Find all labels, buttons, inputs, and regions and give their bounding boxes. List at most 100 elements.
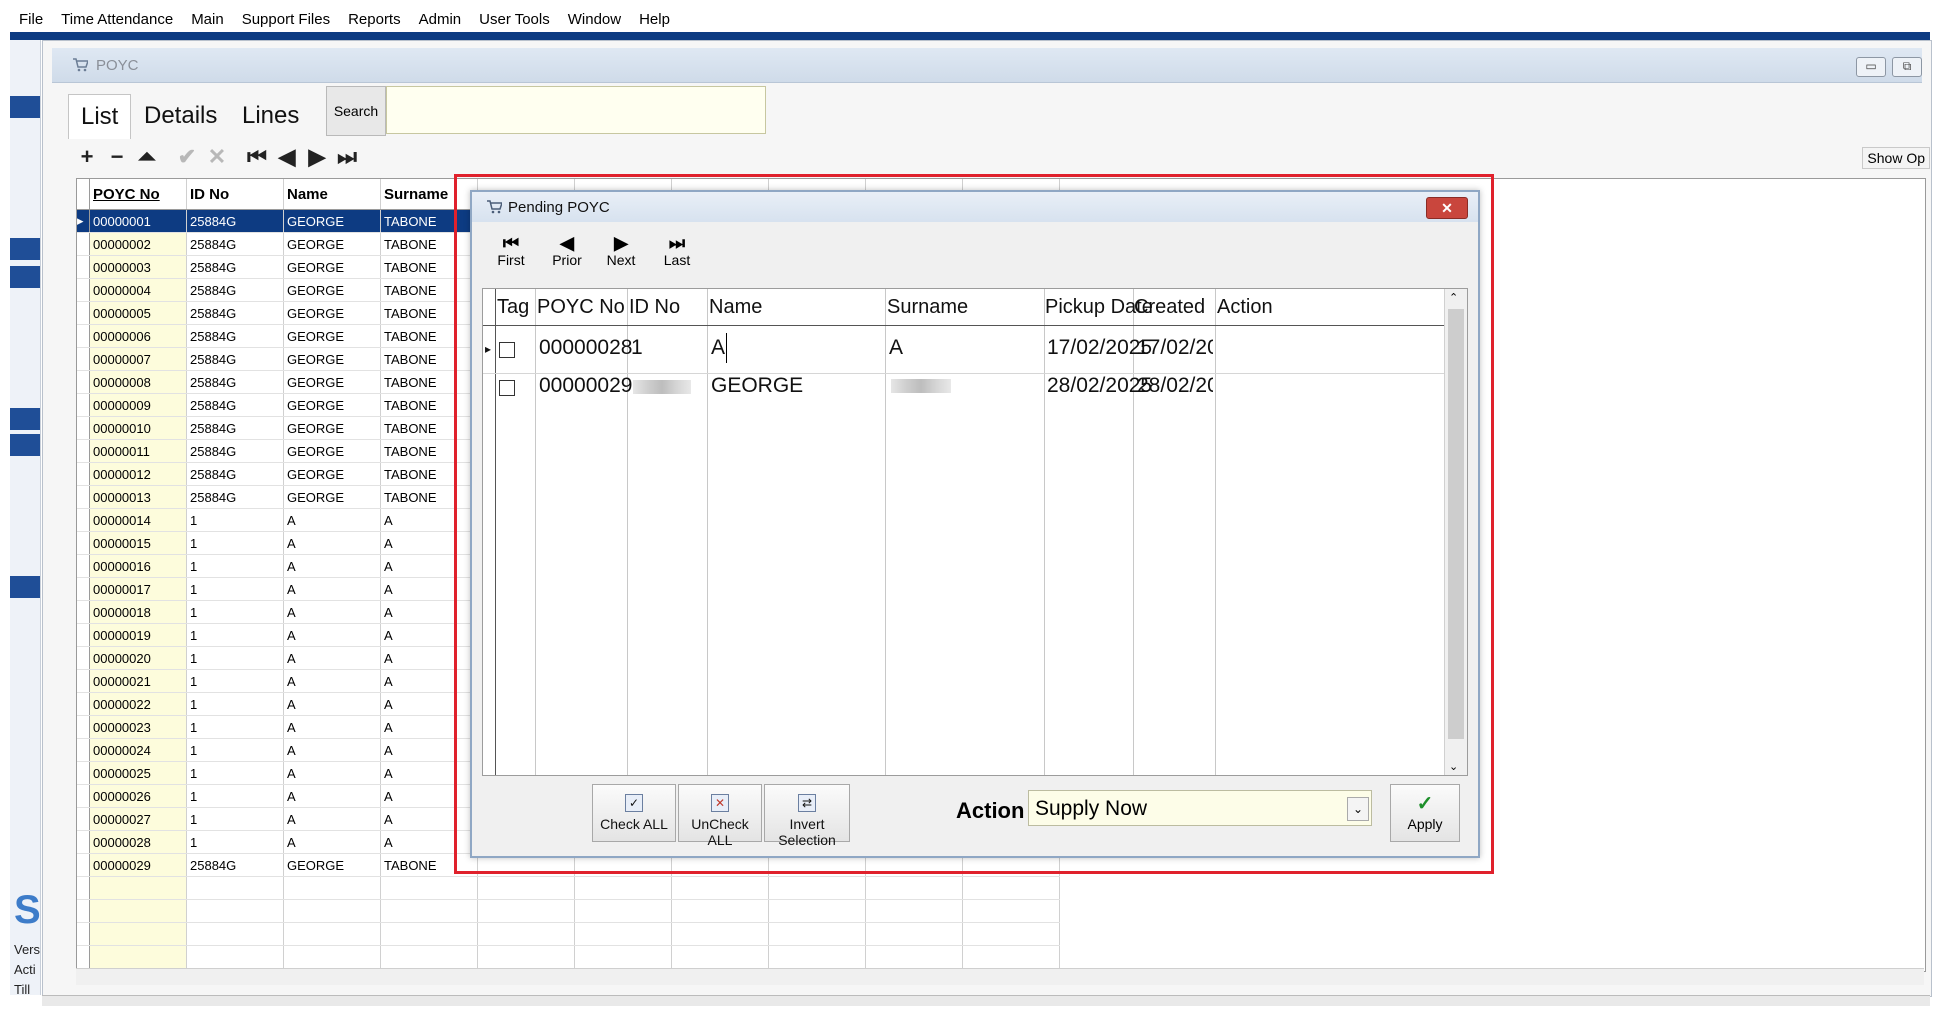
table-row[interactable]	[77, 922, 1060, 946]
row-indicator	[77, 922, 90, 946]
row-indicator	[77, 554, 90, 578]
row2-name: GEORGE	[711, 374, 804, 397]
col-created[interactable]: Created	[1134, 289, 1205, 325]
cell-poyc-no: 00000013	[89, 485, 187, 509]
check-all-button[interactable]: ✓ Check ALL	[592, 784, 676, 842]
uncheck-all-button[interactable]: ✕ UnCheck ALL	[678, 784, 762, 848]
version-info: Vers Acti Till	[14, 940, 40, 1000]
nav-first-label: First	[497, 252, 525, 268]
first-icon[interactable]: ⏮	[242, 142, 272, 172]
menu-reports[interactable]: Reports	[339, 8, 410, 32]
cell-id-no: 25884G	[186, 255, 284, 279]
dialog-title: Pending POYC	[508, 199, 610, 216]
row1-name[interactable]: A	[711, 333, 728, 363]
menu-admin[interactable]: Admin	[410, 8, 471, 32]
minimize-button[interactable]: ▭	[1856, 57, 1886, 77]
cell-id-no: 1	[186, 692, 284, 716]
menu-support-files[interactable]: Support Files	[233, 8, 339, 32]
menu-window[interactable]: Window	[559, 8, 630, 32]
col-poyc-no[interactable]: POYC No	[537, 289, 625, 325]
cell-name: GEORGE	[283, 439, 381, 463]
nav-last-button[interactable]: ⏭ Last	[652, 234, 702, 268]
cell-id-no: 1	[186, 830, 284, 854]
cell-empty	[283, 922, 381, 946]
col-header-name[interactable]: Name	[283, 179, 381, 210]
cell-id-no: 1	[186, 738, 284, 762]
cell-id-no: 25884G	[186, 301, 284, 325]
tag-checkbox[interactable]	[499, 342, 515, 358]
cell-empty	[865, 876, 963, 900]
scroll-up-icon[interactable]: ⌃	[1449, 291, 1458, 304]
cell-empty	[186, 876, 284, 900]
check-icon[interactable]: ✔	[172, 142, 202, 172]
col-header-poyc-no[interactable]: POYC No	[89, 179, 187, 210]
left-panel-band	[10, 434, 40, 456]
chevron-down-icon[interactable]: ⌄	[1347, 797, 1369, 821]
cell-name: A	[283, 761, 381, 785]
cart-icon	[487, 200, 502, 214]
row-indicator	[77, 485, 90, 509]
cell-poyc-no: 00000010	[89, 416, 187, 440]
nav-prior-button[interactable]: ◀ Prior	[542, 234, 592, 268]
cell-name: A	[283, 577, 381, 601]
menu-time-attendance[interactable]: Time Attendance	[52, 8, 182, 32]
menu-main[interactable]: Main	[182, 8, 233, 32]
cell-poyc-no: 00000006	[89, 324, 187, 348]
up-icon[interactable]: ⏶	[132, 142, 162, 172]
cell-empty	[283, 945, 381, 969]
horizontal-scrollbar[interactable]	[76, 968, 1924, 985]
nav-first-button[interactable]: ⏮ First	[486, 234, 536, 268]
tag-checkbox[interactable]	[499, 380, 515, 396]
current-row-indicator: ▸	[485, 342, 492, 356]
apply-button[interactable]: ✓ Apply	[1390, 784, 1460, 842]
col-id-no[interactable]: ID No	[629, 289, 680, 325]
table-row[interactable]	[77, 945, 1060, 969]
table-row[interactable]	[77, 899, 1060, 923]
row2-created: 28/02/2025	[1137, 374, 1213, 397]
menu-user-tools[interactable]: User Tools	[470, 8, 559, 32]
cell-name: GEORGE	[283, 462, 381, 486]
cell-empty	[962, 922, 1060, 946]
col-surname[interactable]: Surname	[887, 289, 968, 325]
pending-poyc-grid[interactable]: Tag POYC No ID No Name Surname Pickup Da…	[482, 288, 1468, 776]
cell-name: A	[283, 738, 381, 762]
prior-icon[interactable]: ◀	[272, 142, 302, 172]
row-indicator	[77, 876, 90, 900]
table-row[interactable]	[77, 876, 1060, 900]
last-icon[interactable]: ⏭	[332, 142, 362, 172]
row-indicator	[77, 577, 90, 601]
col-header-id-no[interactable]: ID No	[186, 179, 284, 210]
menu-file[interactable]: File	[10, 8, 52, 32]
cell-id-no: 1	[186, 761, 284, 785]
menu-help[interactable]: Help	[630, 8, 679, 32]
col-tag[interactable]: Tag	[497, 289, 529, 325]
left-panel	[10, 40, 41, 995]
plus-icon[interactable]: +	[72, 142, 102, 172]
nav-next-button[interactable]: ▶ Next	[596, 234, 646, 268]
cancel-icon[interactable]: ✕	[202, 142, 232, 172]
search-input[interactable]	[386, 86, 766, 134]
close-button[interactable]: ✕	[1426, 197, 1468, 219]
vertical-scrollbar[interactable]: ⌃ ⌄	[1444, 289, 1467, 775]
minus-icon[interactable]: −	[102, 142, 132, 172]
tab-lines[interactable]: Lines	[230, 94, 311, 138]
next-icon[interactable]: ▶	[302, 142, 332, 172]
invert-selection-button[interactable]: ⇄ Invert Selection	[764, 784, 850, 848]
restore-button[interactable]: ⧉	[1892, 57, 1922, 77]
cell-id-no: 1	[186, 600, 284, 624]
cell-name: GEORGE	[283, 278, 381, 302]
search-button[interactable]: Search	[326, 86, 386, 136]
row-indicator	[77, 899, 90, 923]
tab-details[interactable]: Details	[132, 94, 229, 138]
cell-empty	[865, 899, 963, 923]
scroll-down-icon[interactable]: ⌄	[1449, 760, 1458, 773]
row-indicator	[77, 531, 90, 555]
cell-poyc-no: 00000004	[89, 278, 187, 302]
tab-list[interactable]: List	[68, 94, 132, 139]
scroll-thumb[interactable]	[1448, 309, 1464, 739]
logo-mark: S	[14, 888, 41, 932]
show-options-button[interactable]: Show Op	[1862, 147, 1930, 169]
col-name[interactable]: Name	[709, 289, 762, 325]
action-dropdown[interactable]: Supply Now ⌄	[1028, 790, 1372, 826]
col-action[interactable]: Action	[1217, 289, 1273, 325]
